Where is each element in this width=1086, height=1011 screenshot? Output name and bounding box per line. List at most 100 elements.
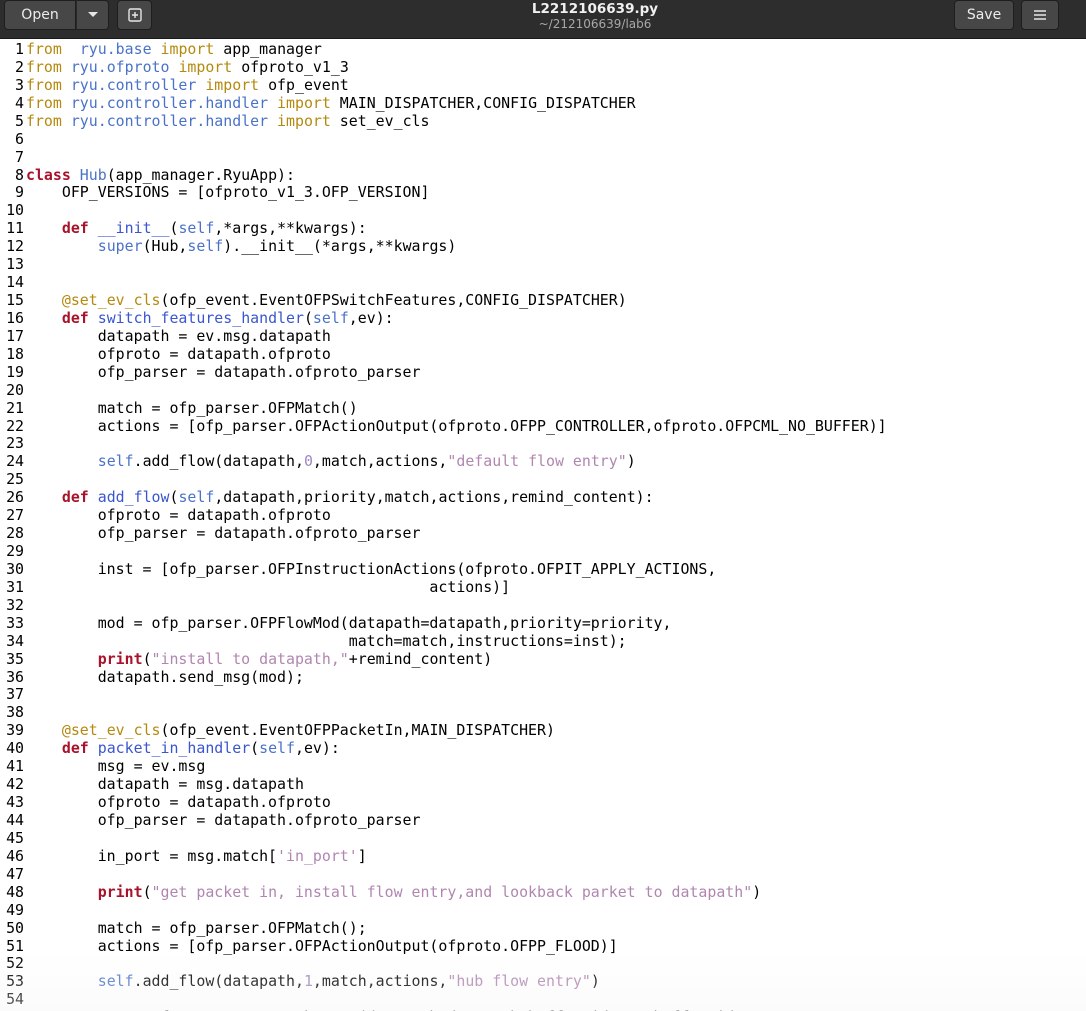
code-line[interactable]: 22 actions = [ofp_parser.OFPActionOutput…: [0, 417, 887, 435]
line-number: 42: [6, 775, 24, 794]
code-line[interactable]: 34 match=match,instructions=inst);: [0, 632, 627, 650]
code-line[interactable]: 9 OFP_VERSIONS = [ofproto_v1_3.OFP_VERSI…: [0, 183, 429, 201]
code-line[interactable]: 31 actions)]: [0, 578, 510, 596]
code-line[interactable]: 42 datapath = msg.datapath: [0, 775, 304, 793]
code-line[interactable]: 8 class Hub(app_manager.RyuApp):: [0, 166, 295, 184]
code-token: msg = ev.msg: [26, 757, 206, 776]
code-line[interactable]: 51 actions = [ofp_parser.OFPActionOutput…: [0, 937, 618, 955]
code-line[interactable]: 40 def packet_in_handler(self,ev):: [0, 739, 340, 757]
code-token: self: [187, 237, 224, 256]
code-line[interactable]: 38: [0, 703, 26, 721]
code-text: datapath.send_msg(mod);: [24, 668, 304, 686]
code-token: def: [61, 308, 89, 327]
code-line[interactable]: 6: [0, 130, 26, 148]
code-token: ,*args,**kwargs):: [214, 219, 367, 238]
line-number: 3: [15, 75, 24, 94]
code-line[interactable]: 46 in_port = msg.match['in_port']: [0, 847, 367, 865]
code-text: from ryu.ofproto import ofproto_v1_3: [24, 58, 349, 76]
main-menu-button[interactable]: [1021, 0, 1059, 30]
code-line[interactable]: 29: [0, 542, 26, 560]
code-line[interactable]: 13: [0, 255, 26, 273]
code-token: "default flow entry": [447, 452, 627, 471]
code-line[interactable]: 52: [0, 954, 26, 972]
code-line[interactable]: 41 msg = ev.msg: [0, 757, 205, 775]
code-token: inst = [ofp_parser.OFPInstructionActions…: [26, 559, 717, 578]
code-token: switch_features_handler: [97, 308, 304, 327]
code-token: self: [259, 739, 295, 758]
code-line[interactable]: 18 ofproto = datapath.ofproto: [0, 345, 331, 363]
line-number: 14: [6, 273, 24, 292]
code-line[interactable]: 25: [0, 470, 26, 488]
code-line[interactable]: 7: [0, 148, 26, 166]
code-line[interactable]: 12 super(Hub,self).__init__(*args,**kwar…: [0, 237, 456, 255]
code-line[interactable]: 1 from ryu.base import app_manager: [0, 40, 322, 58]
code-text: from ryu.controller.handler import set_e…: [24, 112, 429, 130]
open-dropdown-button[interactable]: [76, 0, 109, 30]
code-token: .add_flow(datapath,: [133, 452, 304, 471]
line-number: 33: [6, 613, 24, 632]
code-line[interactable]: 30 inst = [ofp_parser.OFPInstructionActi…: [0, 560, 716, 578]
code-line[interactable]: 2 from ryu.ofproto import ofproto_v1_3: [0, 58, 349, 76]
new-tab-button[interactable]: [117, 0, 152, 30]
line-number: 31: [6, 577, 24, 596]
line-number: 11: [6, 219, 24, 238]
code-line[interactable]: 20: [0, 381, 26, 399]
code-token: def: [61, 219, 89, 238]
code-line[interactable]: 27 ofproto = datapath.ofproto: [0, 506, 331, 524]
line-number: 4: [15, 93, 24, 112]
code-token: ryu.controller.handler: [70, 111, 269, 130]
line-number: 29: [6, 542, 24, 561]
code-token: 0: [303, 452, 313, 471]
code-line[interactable]: 44 ofp_parser = datapath.ofproto_parser: [0, 811, 420, 829]
code-line[interactable]: 37: [0, 685, 26, 703]
code-line[interactable]: 15 @set_ev_cls(ofp_event.EventOFPSwitchF…: [0, 291, 627, 309]
code-line[interactable]: 47: [0, 865, 26, 883]
code-line[interactable]: 14: [0, 273, 26, 291]
code-editor[interactable]: 1 from ryu.base import app_manager 2 from r…: [0, 39, 1086, 1011]
code-token: set_ev_cls: [330, 111, 430, 130]
code-token: datapath = msg.datapath: [26, 775, 304, 794]
code-line[interactable]: 28 ofp_parser = datapath.ofproto_parser: [0, 524, 420, 542]
code-line[interactable]: 39 @set_ev_cls(ofp_event.EventOFPPacketI…: [0, 721, 555, 739]
code-line[interactable]: 10: [0, 201, 26, 219]
code-line[interactable]: 33 mod = ofp_parser.OFPFlowMod(datapath=…: [0, 614, 671, 632]
code-line[interactable]: 16 def switch_features_handler(self,ev):: [0, 309, 394, 327]
code-line[interactable]: 36 datapath.send_msg(mod);: [0, 668, 304, 686]
code-line[interactable]: 19 ofp_parser = datapath.ofproto_parser: [0, 363, 420, 381]
code-line[interactable]: 54: [0, 990, 26, 1008]
code-line[interactable]: 11 def __init__(self,*args,**kwargs):: [0, 219, 367, 237]
code-text: def switch_features_handler(self,ev):: [24, 309, 394, 327]
code-token: in_port = msg.match[: [26, 846, 278, 865]
code-line[interactable]: 32: [0, 596, 26, 614]
open-button[interactable]: Open: [4, 0, 76, 30]
code-line[interactable]: 45: [0, 829, 26, 847]
code-line[interactable]: 5 from ryu.controller.handler import set_…: [0, 112, 429, 130]
code-line[interactable]: 43 ofproto = datapath.ofproto: [0, 793, 331, 811]
code-line[interactable]: 4 from ryu.controller.handler import MAIN…: [0, 94, 636, 112]
code-line[interactable]: 49: [0, 901, 26, 919]
code-line[interactable]: 23: [0, 434, 26, 452]
code-token: ofproto = datapath.ofproto: [26, 506, 331, 525]
code-line[interactable]: 3 from ryu.controller import ofp_event: [0, 76, 349, 94]
code-line[interactable]: 35 print("install to datapath,"+remind_c…: [0, 650, 492, 668]
code-line[interactable]: 26 def add_flow(self,datapath,priority,m…: [0, 488, 654, 506]
code-line[interactable]: 48 print("get packet in, install flow en…: [0, 883, 761, 901]
code-line[interactable]: 53 self.add_flow(datapath,1,match,action…: [0, 972, 600, 990]
code-token: ): [752, 882, 762, 901]
code-line[interactable]: 17 datapath = ev.msg.datapath: [0, 327, 331, 345]
code-line[interactable]: 50 match = ofp_parser.OFPMatch();: [0, 919, 367, 937]
line-number: 13: [6, 255, 24, 274]
code-text: @set_ev_cls(ofp_event.EventOFPSwitchFeat…: [24, 291, 627, 309]
save-button[interactable]: Save: [954, 0, 1014, 30]
code-line[interactable]: 21 match = ofp_parser.OFPMatch(): [0, 399, 358, 417]
line-number: 15: [6, 291, 24, 310]
code-text: @set_ev_cls(ofp_event.EventOFPPacketIn,M…: [24, 721, 555, 739]
code-line[interactable]: 24 self.add_flow(datapath,0,match,action…: [0, 452, 636, 470]
